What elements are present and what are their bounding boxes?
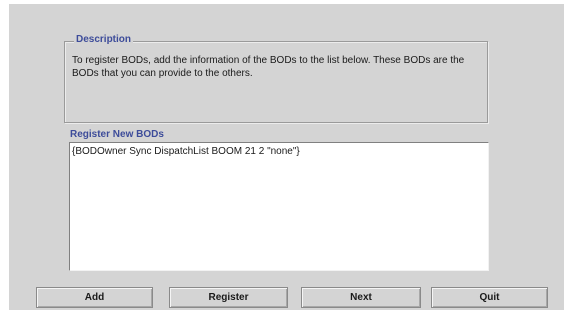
list-item[interactable]: {BODOwner Sync DispatchList BOOM 21 2 "n… [72, 146, 300, 157]
quit-button[interactable]: Quit [431, 287, 548, 308]
register-button[interactable]: Register [169, 287, 288, 308]
register-list-label: Register New BODs [70, 129, 164, 140]
register-bods-window: Description To register BODs, add the in… [9, 4, 564, 310]
description-text: To register BODs, add the information of… [72, 55, 465, 79]
add-button[interactable]: Add [36, 287, 153, 308]
description-legend: Description [74, 34, 134, 45]
next-button[interactable]: Next [301, 287, 421, 308]
register-bods-list[interactable]: {BODOwner Sync DispatchList BOOM 21 2 "n… [69, 142, 489, 271]
description-groupbox: Description To register BODs, add the in… [64, 34, 488, 123]
